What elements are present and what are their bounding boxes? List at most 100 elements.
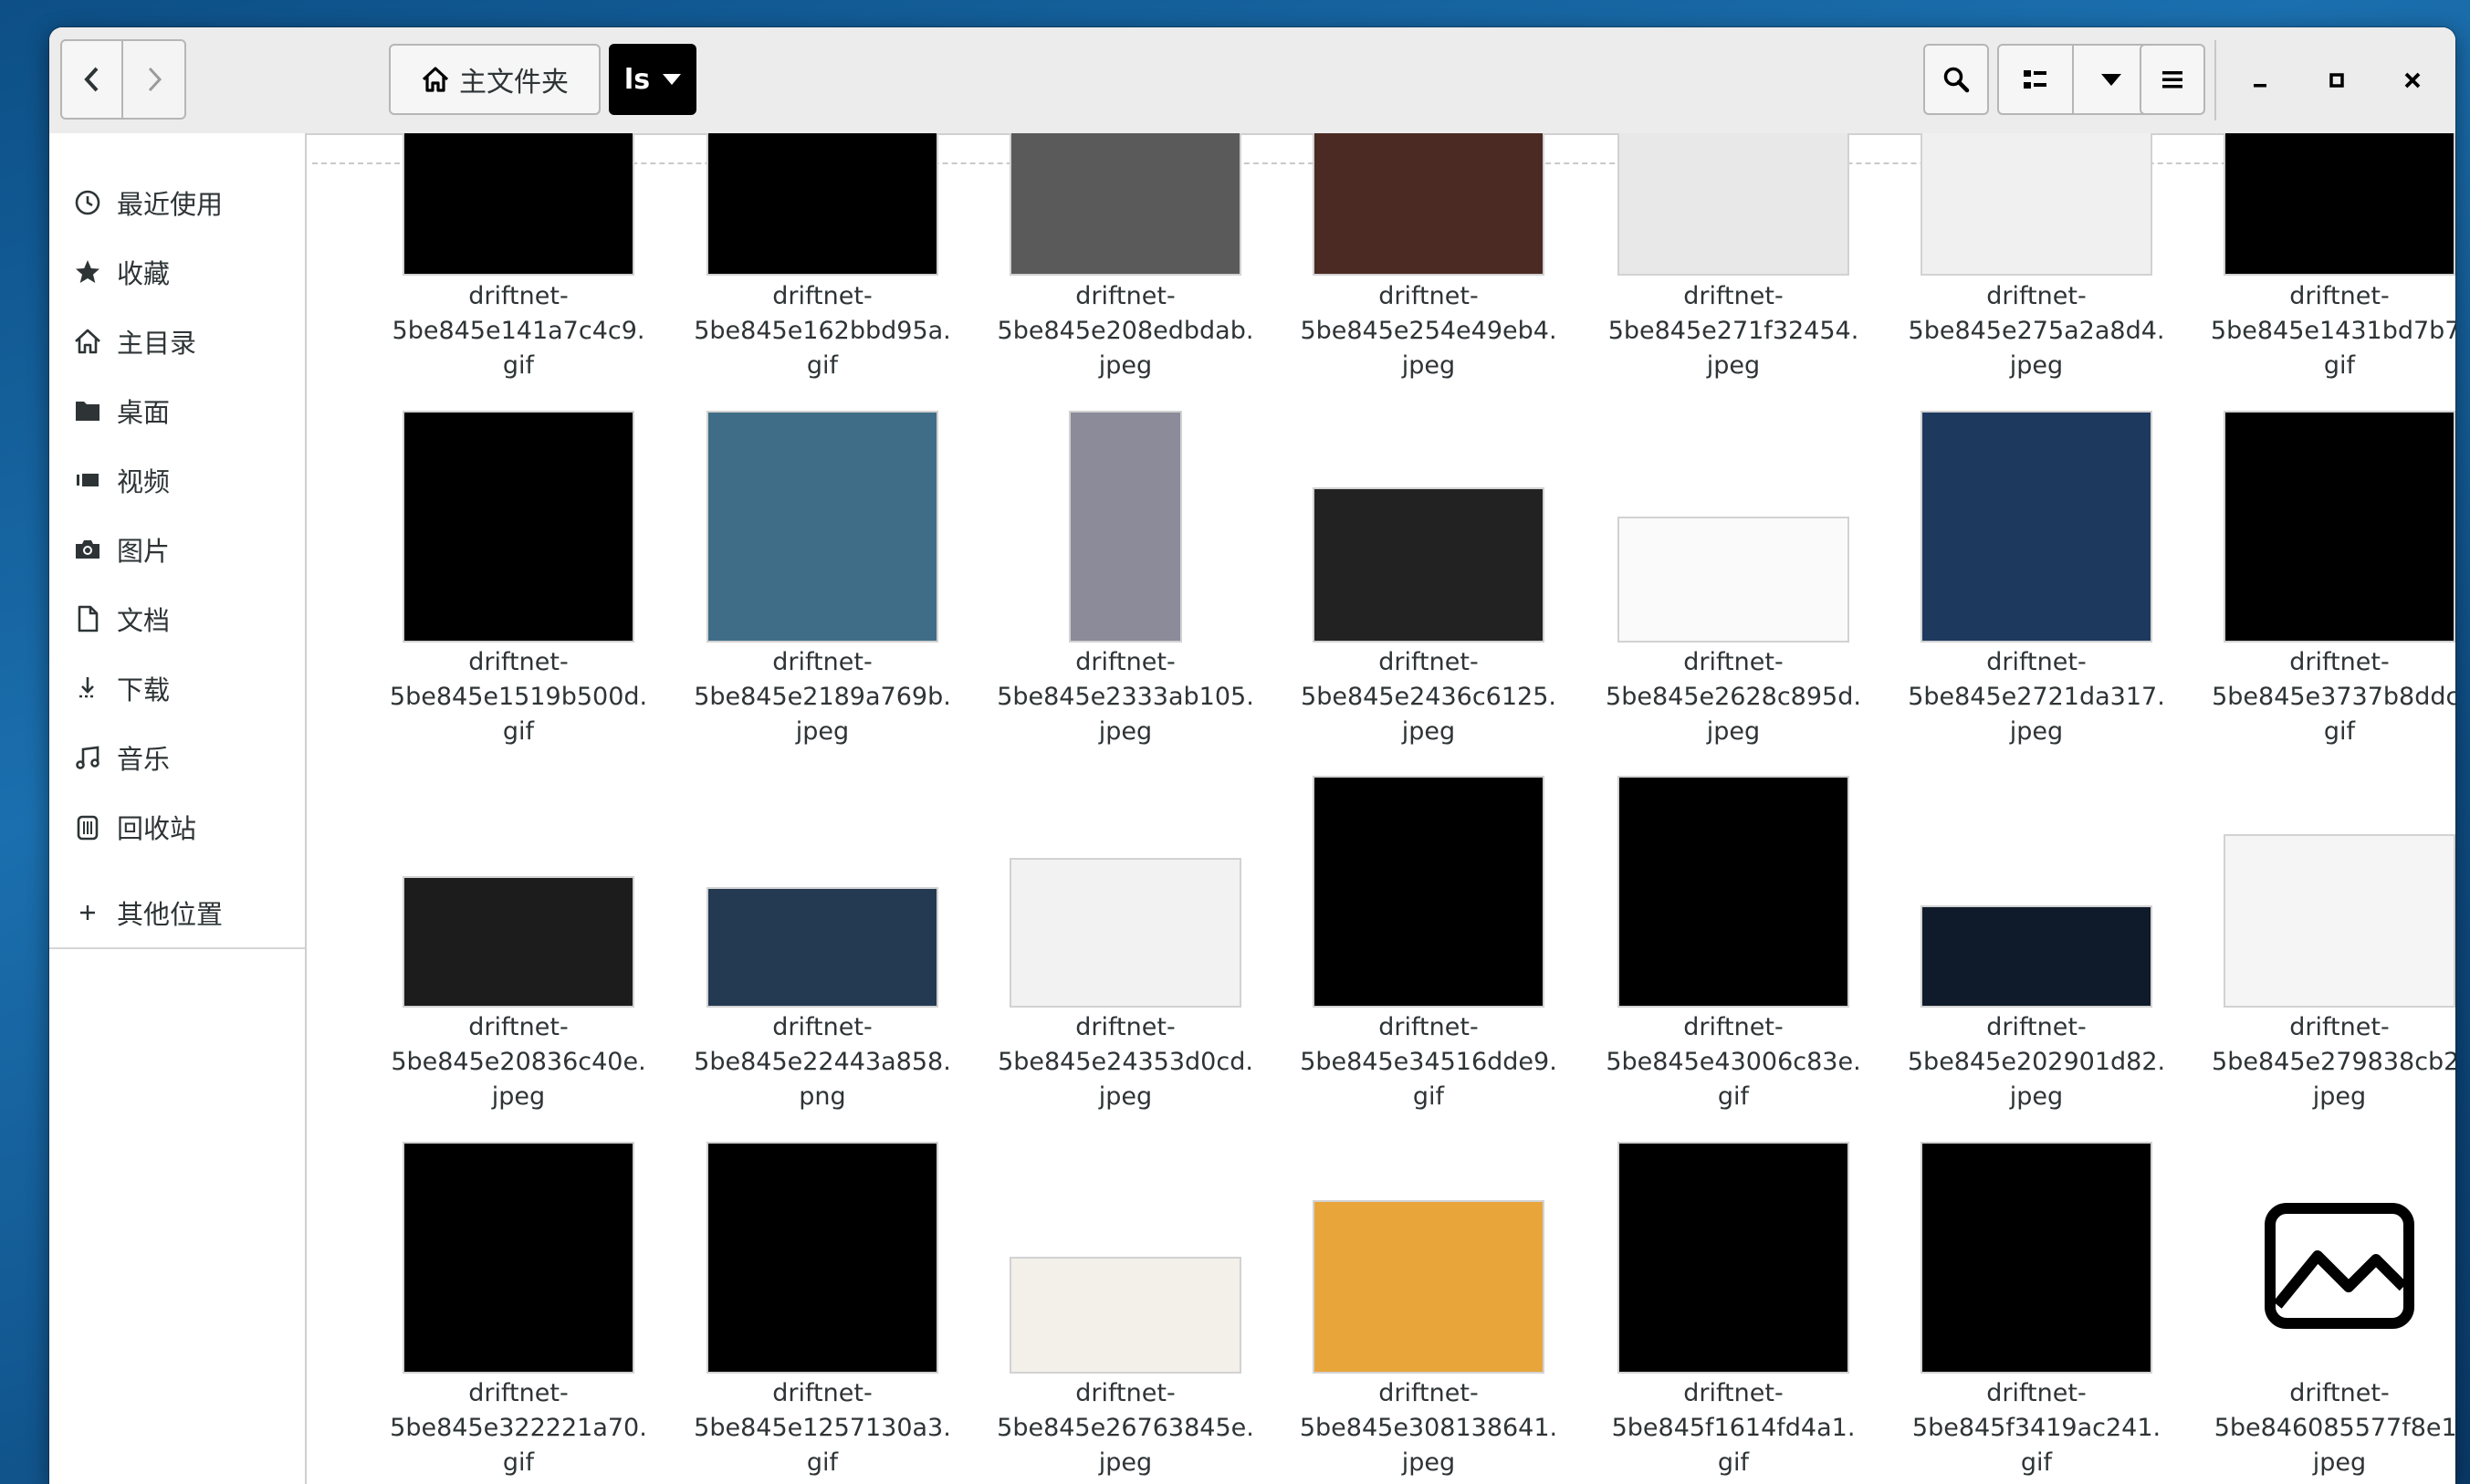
sidebar-item-documents[interactable]: 文档 (71, 590, 290, 648)
file-name: driftnet- 5be846085577f8e1. jpeg (2189, 1376, 2455, 1480)
list-view-button[interactable] (1997, 44, 2074, 115)
file-item[interactable]: driftnet- 5be845e26763845e. jpeg (975, 133, 1276, 1484)
file-item[interactable]: driftnet- 5be845e322221a70. gif (368, 133, 669, 1484)
plus-icon (71, 896, 104, 929)
file-item[interactable]: driftnet- 5be846085577f8e1. jpeg (2189, 133, 2455, 1484)
chevron-left-icon (83, 67, 98, 92)
file-name-line: 5be845f3419ac241. (1911, 1414, 2161, 1442)
music-icon (71, 741, 104, 774)
file-thumbnail (1617, 1142, 1849, 1374)
sidebar-item-home[interactable]: 主目录 (71, 312, 290, 371)
breadcrumb-home[interactable]: 主文件夹 (389, 44, 601, 115)
header-bar: 主文件夹 / ls (49, 27, 2455, 135)
sidebar-item-trash[interactable]: 回收站 (71, 798, 290, 856)
sidebar-item-label: 收藏 (117, 258, 171, 289)
video-icon (71, 464, 104, 496)
download-icon (71, 672, 104, 705)
file-name: driftnet- 5be845e308138641. jpeg (1278, 1376, 1579, 1480)
file-name: driftnet- 5be845e1257130a3. gif (672, 1376, 973, 1480)
file-name-line: gif (1717, 1448, 1750, 1477)
file-name-line: gif (2020, 1448, 2053, 1477)
file-item[interactable]: driftnet- 5be845e308138641. jpeg (1278, 133, 1579, 1484)
file-name-line: 5be845e26763845e. (997, 1414, 1254, 1442)
file-name-line: driftnet- (1986, 1379, 2087, 1407)
file-name: driftnet- 5be845e26763845e. jpeg (975, 1376, 1276, 1480)
file-thumbnail (403, 1142, 634, 1374)
camera-icon (71, 533, 104, 566)
back-button[interactable] (60, 39, 123, 120)
navigation-buttons (60, 39, 186, 120)
file-thumbnail (1010, 1257, 1241, 1374)
sidebar-item-music[interactable]: 音乐 (71, 728, 290, 787)
main-menu-button[interactable] (2140, 44, 2205, 115)
file-thumbnail (1921, 1142, 2152, 1374)
caret-down-icon (663, 74, 682, 85)
image-file-icon (2265, 1203, 2414, 1329)
home-icon (422, 67, 449, 92)
sidebar-item-label: 视频 (117, 466, 171, 497)
places-sidebar: 最近使用 收藏 主目录 桌面 视频 图片 文档 下载 音乐 回收站 其他位置 (49, 133, 307, 1484)
sidebar-item-videos[interactable]: 视频 (71, 451, 290, 509)
search-button[interactable] (1923, 44, 1989, 115)
file-item[interactable]: driftnet- 5be845e1257130a3. gif (672, 133, 973, 1484)
sidebar-item-label: 图片 (117, 536, 171, 567)
close-icon (2404, 72, 2421, 89)
file-name: driftnet- 5be845f1614fd4a1. gif (1583, 1376, 1884, 1480)
file-name-line: 5be846085577f8e1. (2214, 1414, 2455, 1442)
sidebar-item-label: 最近使用 (117, 189, 224, 220)
file-name-line: driftnet- (2289, 1379, 2390, 1407)
sidebar-item-recent[interactable]: 最近使用 (71, 173, 290, 232)
file-thumbnail (1313, 1200, 1544, 1374)
sidebar-divider (49, 947, 305, 949)
sidebar-item-other-locations[interactable]: 其他位置 (71, 883, 290, 942)
home-icon (71, 325, 104, 358)
file-manager-window: 主文件夹 / ls (49, 27, 2455, 1484)
file-name-line: jpeg (1098, 1448, 1153, 1477)
file-name: driftnet- 5be845e322221a70. gif (368, 1376, 669, 1480)
file-name: driftnet- 5be845f3419ac241. gif (1886, 1376, 2187, 1480)
breadcrumb-home-label: 主文件夹 (459, 67, 569, 99)
sidebar-item-starred[interactable]: 收藏 (71, 243, 290, 301)
trash-icon (71, 810, 104, 843)
file-item[interactable]: driftnet- 5be845f3419ac241. gif (1886, 133, 2187, 1484)
file-thumbnail (706, 1142, 938, 1374)
view-options (1997, 44, 2151, 115)
file-name-line: 5be845e308138641. (1299, 1414, 1558, 1442)
forward-button[interactable] (123, 39, 186, 120)
clock-icon (71, 186, 104, 219)
current-folder-label: ls (623, 63, 651, 96)
sidebar-item-label: 其他位置 (117, 899, 224, 930)
sidebar-item-desktop[interactable]: 桌面 (71, 381, 290, 440)
file-name-line: 5be845e1257130a3. (694, 1414, 951, 1442)
close-button[interactable] (2385, 55, 2440, 106)
file-name-line: 5be845f1614fd4a1. (1611, 1414, 1856, 1442)
file-item[interactable]: driftnet- 5be845f1614fd4a1. gif (1583, 133, 1884, 1484)
minimize-button[interactable] (2233, 55, 2287, 106)
file-name-line: gif (502, 1448, 535, 1477)
sidebar-item-label: 文档 (117, 605, 171, 636)
sidebar-item-label: 下载 (117, 674, 171, 705)
sidebar-item-label: 回收站 (117, 813, 197, 844)
sidebar-item-downloads[interactable]: 下载 (71, 659, 290, 717)
sidebar-item-label: 主目录 (117, 328, 197, 359)
chevron-right-icon (148, 67, 162, 92)
file-name-line: jpeg (1401, 1448, 1456, 1477)
breadcrumb-current-folder[interactable]: ls (609, 44, 696, 115)
sidebar-item-pictures[interactable]: 图片 (71, 520, 290, 579)
maximize-icon (2329, 73, 2344, 88)
file-name-line: driftnet- (1683, 1379, 1784, 1407)
file-name-line: driftnet- (468, 1379, 569, 1407)
file-name-line: driftnet- (1075, 1379, 1176, 1407)
list-view-icon (2024, 70, 2046, 89)
minimize-icon (2254, 84, 2266, 88)
star-icon (71, 256, 104, 288)
search-icon (1943, 67, 1970, 93)
file-name-line: jpeg (2312, 1448, 2367, 1477)
document-icon (71, 602, 104, 635)
file-name-line: driftnet- (1378, 1379, 1479, 1407)
folder-icon (71, 394, 104, 427)
sidebar-item-label: 音乐 (117, 744, 171, 775)
sidebar-item-label: 桌面 (117, 397, 171, 428)
maximize-button[interactable] (2309, 55, 2364, 106)
file-icon-grid: driftnet- 5be845e141a7c4c9. gif driftnet- 5b… (307, 133, 2455, 1484)
